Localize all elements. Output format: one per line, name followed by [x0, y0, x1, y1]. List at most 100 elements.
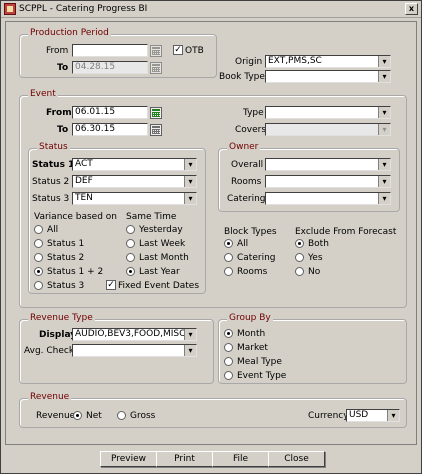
- origin-label: Origin: [235, 57, 263, 67]
- origin-select[interactable]: EXT,PMS,SC ▾: [265, 55, 391, 68]
- exclude-forecast-radio-both[interactable]: [295, 239, 304, 248]
- event-to-field[interactable]: 06.30.15: [72, 123, 148, 136]
- currency-select[interactable]: USD ▾: [346, 409, 400, 422]
- rooms-select[interactable]: ▾: [265, 175, 391, 188]
- variance-option-label: Status 3: [47, 281, 85, 291]
- block-types-radio-rooms[interactable]: [224, 267, 233, 276]
- event-from-calendar-icon[interactable]: [150, 107, 162, 119]
- block-types-option-label: Rooms: [237, 267, 268, 277]
- variance-radio-status2[interactable]: [34, 253, 43, 262]
- variance-option-label: Status 2: [47, 253, 85, 263]
- status2-label: Status 2: [32, 177, 70, 187]
- same-time-label: Same Time: [126, 212, 177, 222]
- close-button-label: Close: [284, 454, 309, 464]
- status2-select[interactable]: DEF ▾: [72, 175, 197, 188]
- production-to-calendar-icon[interactable]: [150, 62, 162, 74]
- status3-label: Status 3: [32, 194, 70, 204]
- print-button[interactable]: Print: [156, 451, 213, 467]
- title-bar: SCPPL - Catering Progress BI x: [1, 1, 421, 18]
- chevron-down-icon: ▾: [184, 193, 196, 204]
- currency-value: USD: [349, 410, 369, 420]
- same-time-radio-last-week[interactable]: [126, 239, 135, 248]
- production-to-field[interactable]: 04.28.15: [72, 61, 148, 74]
- status3-value: TEN: [75, 193, 93, 203]
- exclude-forecast-option-label: No: [308, 267, 321, 277]
- preview-button[interactable]: Preview: [100, 451, 157, 467]
- variance-radio-status12[interactable]: [34, 267, 43, 276]
- event-from-field[interactable]: 06.01.15: [72, 106, 148, 119]
- avg-check-label: Avg. Check: [24, 346, 75, 356]
- exclude-forecast-radio-no[interactable]: [295, 267, 304, 276]
- type-select[interactable]: ▾: [265, 106, 391, 119]
- fixed-event-dates-label: Fixed Event Dates: [118, 281, 200, 291]
- status1-select[interactable]: ACT ▾: [72, 158, 197, 171]
- event-from-label: From: [46, 108, 72, 118]
- same-time-radio-last-month[interactable]: [126, 253, 135, 262]
- checkmark-icon: ✓: [174, 45, 182, 55]
- group-by-option-label: Month: [237, 329, 266, 339]
- variance-radio-status1[interactable]: [34, 239, 43, 248]
- revenue-radio-net[interactable]: [73, 411, 82, 420]
- revenue-label: Revenue: [28, 392, 72, 402]
- close-icon: x: [408, 4, 415, 13]
- display-label: Display: [39, 330, 77, 340]
- same-time-radio-last-year[interactable]: [126, 267, 135, 276]
- print-button-label: Print: [174, 454, 195, 464]
- preview-button-label: Preview: [110, 454, 147, 464]
- overall-select[interactable]: ▾: [265, 158, 391, 171]
- revenue-radio-gross[interactable]: [117, 411, 126, 420]
- exclude-forecast-radio-yes[interactable]: [295, 253, 304, 262]
- production-from-calendar-icon[interactable]: [150, 45, 162, 57]
- same-time-radio-yesterday[interactable]: [126, 225, 135, 234]
- event-to-label: To: [57, 125, 69, 135]
- file-button-label: File: [232, 454, 249, 464]
- status1-value: ACT: [75, 159, 93, 169]
- variance-radio-all[interactable]: [34, 225, 43, 234]
- group-by-radio-meal-type[interactable]: [224, 357, 233, 366]
- production-from-field[interactable]: [72, 44, 148, 57]
- currency-label: Currency: [308, 411, 349, 421]
- block-types-label: Block Types: [224, 227, 277, 237]
- report-window: SCPPL - Catering Progress BI x Productio…: [0, 0, 422, 474]
- group-by-option-label: Meal Type: [237, 357, 282, 367]
- event-to-calendar-icon[interactable]: [150, 124, 162, 136]
- display-select[interactable]: AUDIO,BEV3,FOOD,MISC,R ▾: [72, 328, 197, 341]
- owner-label: Owner: [227, 142, 261, 152]
- chevron-down-icon: ▾: [184, 176, 196, 187]
- status2-value: DEF: [75, 176, 93, 186]
- production-period-label: Production Period: [28, 28, 111, 38]
- rooms-label: Rooms: [231, 177, 262, 187]
- window-title: SCPPL - Catering Progress BI: [19, 4, 148, 14]
- group-by-radio-event-type[interactable]: [224, 371, 233, 380]
- status3-select[interactable]: TEN ▾: [72, 192, 197, 205]
- same-time-option-label: Yesterday: [139, 225, 183, 235]
- avg-check-select[interactable]: ▾: [72, 344, 197, 357]
- fixed-event-dates-checkbox[interactable]: ✓: [106, 280, 116, 290]
- block-types-radio-all[interactable]: [224, 239, 233, 248]
- catering-select[interactable]: ▾: [265, 192, 391, 205]
- variance-radio-status3[interactable]: [34, 281, 43, 290]
- book-type-select[interactable]: ▾: [265, 70, 391, 83]
- covers-label: Covers: [235, 125, 267, 135]
- origin-value: EXT,PMS,SC: [268, 56, 322, 66]
- chevron-down-icon: ▾: [184, 345, 196, 356]
- close-window-button[interactable]: x: [405, 3, 418, 15]
- same-time-option-label: Last Month: [139, 253, 189, 263]
- group-by-radio-market[interactable]: [224, 343, 233, 352]
- book-type-label: Book Type: [219, 72, 265, 82]
- checkmark-icon: ✓: [107, 280, 115, 290]
- chevron-down-icon: ▾: [378, 56, 390, 67]
- file-button[interactable]: File: [212, 451, 269, 467]
- block-types-radio-catering[interactable]: [224, 253, 233, 262]
- covers-select[interactable]: ▾: [265, 123, 391, 136]
- revenue-type-label: Revenue Type: [28, 313, 95, 323]
- form-area: Production Period From ✓ OTB To 04.28.15…: [5, 21, 417, 445]
- variance-option-label: Status 1 + 2: [47, 267, 104, 277]
- group-by-radio-month[interactable]: [224, 329, 233, 338]
- revenue-option-label: Gross: [130, 411, 156, 421]
- close-button[interactable]: Close: [268, 451, 325, 467]
- otb-checkbox[interactable]: ✓: [173, 45, 183, 55]
- chevron-down-icon: ▾: [184, 329, 196, 340]
- production-from-label: From: [46, 46, 69, 56]
- chevron-down-icon: ▾: [378, 193, 390, 204]
